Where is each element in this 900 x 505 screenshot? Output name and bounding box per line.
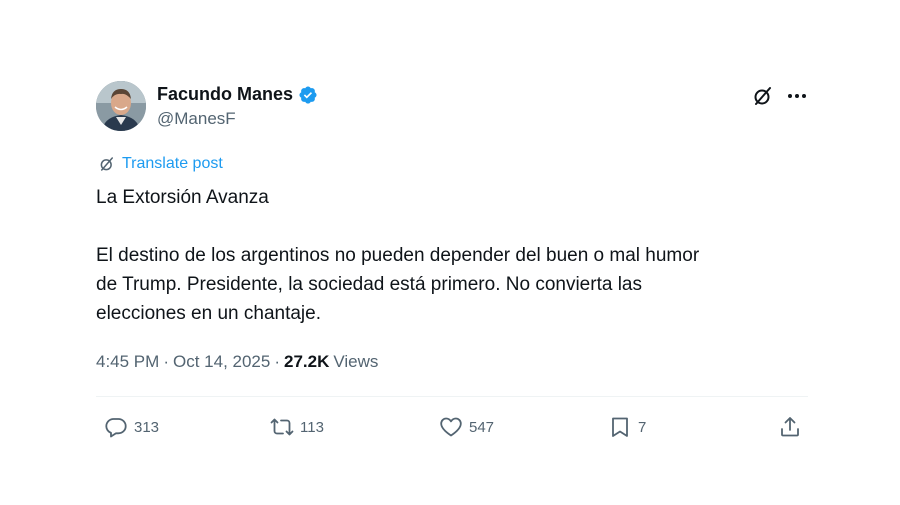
author-name[interactable]: Facundo Manes	[157, 84, 293, 105]
tweet-body-line-2: de Trump. Presidente, la sociedad está p…	[96, 274, 642, 295]
avatar[interactable]	[96, 81, 146, 131]
meta-separator: ·	[163, 352, 169, 371]
repost-count: 113	[300, 418, 324, 436]
reply-icon	[105, 418, 127, 438]
divider	[96, 396, 808, 397]
grok-translate-icon	[100, 157, 113, 171]
tweet-text: La Extorsión Avanza El destino de los ar…	[96, 183, 816, 328]
reply-count: 313	[134, 418, 160, 436]
grok-icon[interactable]	[751, 84, 775, 108]
more-options-icon[interactable]	[785, 84, 809, 108]
tweet-title-line: La Extorsión Avanza	[96, 187, 269, 208]
heart-icon	[440, 417, 462, 437]
author-handle[interactable]: @ManesF	[157, 109, 236, 129]
tweet-date[interactable]: Oct 14, 2025	[173, 352, 270, 372]
action-bar: 313 113 547 7	[96, 412, 808, 442]
author-name-row[interactable]: Facundo Manes	[157, 84, 318, 105]
repost-button[interactable]: 113	[270, 412, 324, 442]
share-button[interactable]	[778, 412, 802, 442]
tweet-body-line-3: elecciones en un chantaje.	[96, 303, 321, 324]
tweet-time[interactable]: 4:45 PM	[96, 352, 159, 372]
translate-label[interactable]: Translate post	[122, 155, 223, 173]
views-label: Views	[333, 352, 379, 371]
like-count: 547	[469, 418, 495, 436]
tweet-meta: 4:45 PM · Oct 14, 2025 · 27.2K Views	[96, 352, 378, 372]
bookmark-count: 7	[638, 418, 647, 436]
bookmark-button[interactable]: 7	[608, 412, 646, 442]
verified-badge-icon[interactable]	[298, 85, 318, 105]
repost-icon	[270, 418, 294, 436]
meta-separator: ·	[274, 352, 280, 371]
translate-post-link[interactable]: Translate post	[98, 155, 223, 173]
tweet-body-line-1: El destino de los argentinos no pueden d…	[96, 245, 700, 266]
reply-button[interactable]: 313	[104, 412, 159, 442]
share-icon	[781, 417, 799, 437]
views-count: 27.2K	[284, 352, 330, 371]
like-button[interactable]: 547	[439, 412, 494, 442]
bookmark-icon	[612, 417, 628, 437]
